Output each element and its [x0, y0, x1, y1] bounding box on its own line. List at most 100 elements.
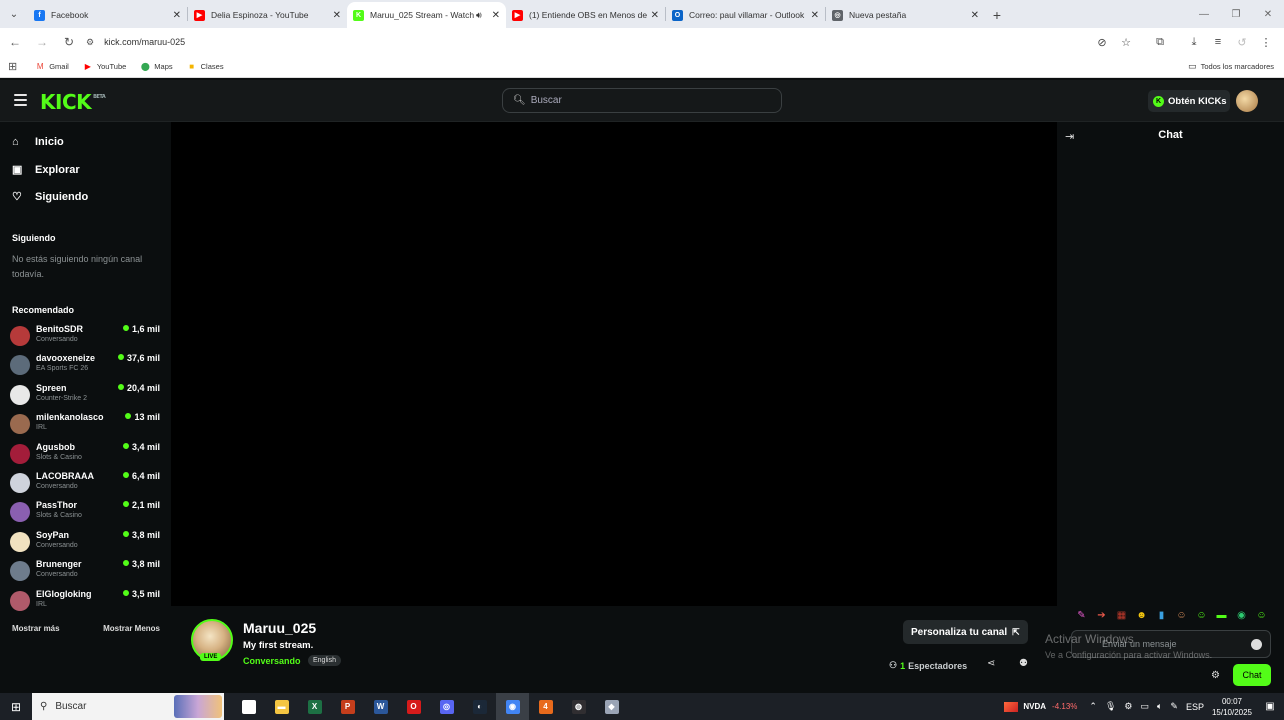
taskbar-game-app[interactable]: ◆	[595, 693, 628, 720]
customize-channel-button[interactable]: Personaliza tu canal ⇱	[903, 620, 1028, 644]
all-bookmarks[interactable]: ▭ Todos los marcadores	[1188, 61, 1274, 72]
volume-icon[interactable]: 🔈︎	[1157, 701, 1162, 712]
forward-arrow-icon[interactable]: →	[30, 30, 54, 54]
emote-icon[interactable]: ▬	[1213, 607, 1230, 624]
apps-grid-icon[interactable]: ⊞	[8, 60, 17, 73]
browser-tab[interactable]: K Maruu_025 Stream - Watch 🔊︎ ✕	[347, 2, 506, 28]
bookmark-item[interactable]: ▶ YouTube	[83, 62, 127, 72]
user-avatar[interactable]	[1236, 90, 1258, 112]
taskbar-excel[interactable]: X	[298, 693, 331, 720]
channel-name[interactable]: Maruu_025	[243, 620, 316, 636]
taskbar-word[interactable]: W	[364, 693, 397, 720]
profile-sync-icon[interactable]: ↺	[1230, 30, 1254, 54]
download-icon[interactable]: ⤓	[1182, 30, 1206, 54]
network-icon[interactable]: ▭	[1140, 701, 1149, 712]
extensions-icon[interactable]: ⧉	[1148, 30, 1172, 54]
new-tab-button[interactable]: +	[985, 2, 1009, 28]
nav-item-explorar[interactable]: ▣ Explorar	[12, 163, 80, 177]
share-icon[interactable]: ⋖	[987, 658, 995, 669]
close-window-icon[interactable]: ✕	[1252, 0, 1284, 28]
taskbar-opera[interactable]: O	[397, 693, 430, 720]
emote-icon[interactable]: ◉	[1233, 607, 1250, 624]
stock-name[interactable]: NVDA	[1023, 702, 1046, 711]
tab-close-icon[interactable]: ✕	[492, 10, 500, 21]
browser-tab[interactable]: ◎ Nueva pestaña ✕	[826, 2, 985, 28]
recommended-channel[interactable]: PassThor Slots & Casino 2,1 mil	[10, 499, 160, 525]
bookmark-item[interactable]: ■ Clases	[187, 62, 223, 72]
bookmark-item[interactable]: ⬤ Maps	[140, 62, 173, 72]
site-info-icon[interactable]: ⚙	[86, 37, 94, 48]
restore-icon[interactable]: ❐	[1220, 0, 1252, 28]
audio-playing-icon[interactable]: 🔊︎	[476, 10, 482, 21]
tab-close-icon[interactable]: ✕	[651, 10, 659, 21]
video-player[interactable]	[171, 122, 1057, 606]
nav-item-siguiendo[interactable]: ♡ Siguiendo	[12, 190, 88, 204]
microphone-icon[interactable]: 🎙︎	[1105, 701, 1116, 712]
recommended-channel[interactable]: ElGlogloking IRL 3,5 mil	[10, 588, 160, 614]
chat-send-button[interactable]: Chat	[1233, 664, 1271, 686]
stream-category[interactable]: Conversando	[243, 656, 301, 666]
taskbar-office-app[interactable]: 4	[529, 693, 562, 720]
emote-icon[interactable]: ☻	[1133, 607, 1150, 624]
tab-close-icon[interactable]: ✕	[811, 10, 819, 21]
reading-list-icon[interactable]: ≡	[1206, 30, 1230, 54]
hamburger-menu-icon[interactable]	[14, 94, 27, 106]
menu-dots-icon[interactable]: ⋮	[1254, 30, 1278, 54]
taskbar-chrome[interactable]: ◉	[496, 693, 529, 720]
kick-logo[interactable]: KICK BETA	[40, 90, 106, 114]
clock[interactable]: 00:07 15/10/2025	[1212, 696, 1252, 718]
add-user-icon[interactable]: ⚉	[1019, 658, 1028, 669]
tab-search-chevron-icon[interactable]: ⌄	[0, 0, 28, 28]
bookmark-star-icon[interactable]: ☆	[1114, 30, 1138, 54]
recommended-channel[interactable]: LACOBRAAA Conversando 6,4 mil	[10, 470, 160, 496]
taskbar-file-explorer[interactable]: ▬	[265, 693, 298, 720]
browser-tab[interactable]: O Correo: paul villamar - Outlook ✕	[666, 2, 825, 28]
browser-tab[interactable]: ▶ Delia Espinoza - YouTube ✕	[188, 2, 347, 28]
browser-tab[interactable]: ▶ (1) Entiende OBS en Menos de ✕	[506, 2, 665, 28]
settings-tray-icon[interactable]: ⚙	[1124, 701, 1132, 712]
language-indicator[interactable]: ESP	[1186, 702, 1204, 712]
emote-icon[interactable]: ☺	[1173, 607, 1190, 624]
pen-icon[interactable]: ✎	[1170, 701, 1178, 712]
taskbar-powerpoint[interactable]: P	[331, 693, 364, 720]
recommended-channel[interactable]: BenitoSDR Conversando 1,6 mil	[10, 323, 160, 349]
recommended-channel[interactable]: Agusbob Slots & Casino 3,4 mil	[10, 441, 160, 467]
show-less-link[interactable]: Mostrar Menos	[103, 624, 160, 633]
chat-settings-gear-icon[interactable]: ⚙	[1211, 670, 1220, 681]
bookmark-item[interactable]: M Gmail	[35, 62, 69, 72]
eye-off-icon[interactable]: ⊘	[1090, 30, 1114, 54]
emote-icon[interactable]: ➔	[1093, 607, 1110, 624]
language-tag[interactable]: English	[308, 655, 341, 666]
recommended-channel[interactable]: Spreen Counter-Strike 2 20,4 mil	[10, 382, 160, 408]
emote-icon[interactable]: ✎	[1073, 607, 1090, 624]
emote-icon[interactable]: ☺	[1193, 607, 1210, 624]
recommended-channel[interactable]: milenkanolasco IRL 13 mil	[10, 411, 160, 437]
emote-icon[interactable]: ▦	[1113, 607, 1130, 624]
taskbar-search[interactable]: ⚲ Buscar	[32, 693, 224, 720]
emote-icon[interactable]: ☺	[1253, 607, 1270, 624]
tab-close-icon[interactable]: ✕	[333, 10, 341, 21]
tab-close-icon[interactable]: ✕	[173, 10, 181, 21]
taskbar-task-view[interactable]: ⧉	[232, 693, 265, 720]
tab-close-icon[interactable]: ✕	[971, 10, 979, 21]
stock-widget-icon[interactable]	[1004, 701, 1019, 712]
minimize-icon[interactable]: —	[1188, 0, 1220, 28]
windows-start-icon[interactable]: ⊞	[0, 693, 32, 720]
recommended-channel[interactable]: davooxeneize EA Sports FC 26 37,6 mil	[10, 352, 160, 378]
emoji-picker-icon[interactable]	[1251, 639, 1262, 650]
emote-icon[interactable]: ▮	[1153, 607, 1170, 624]
browser-tab[interactable]: f Facebook ✕	[28, 2, 187, 28]
get-kicks-button[interactable]: K Obtén KICKs	[1148, 90, 1230, 112]
taskbar-discord-app[interactable]: ◎	[430, 693, 463, 720]
back-arrow-icon[interactable]: ←	[3, 30, 27, 54]
taskbar-steam[interactable]: ◐	[463, 693, 496, 720]
recommended-channel[interactable]: Brunenger Conversando 3,8 mil	[10, 558, 160, 584]
recommended-channel[interactable]: SoyPan Conversando 3,8 mil	[10, 529, 160, 555]
notifications-icon[interactable]: ▣	[1260, 701, 1280, 712]
address-bar[interactable]: ⚙ kick.com/maruu-025	[80, 31, 1144, 53]
search-input[interactable]: 🔍︎ Buscar	[502, 88, 782, 113]
nav-item-inicio[interactable]: ⌂ Inicio	[12, 136, 64, 148]
reload-icon[interactable]: ↻	[57, 30, 81, 54]
show-more-link[interactable]: Mostrar más	[12, 624, 60, 633]
taskbar-obs[interactable]: ◍	[562, 693, 595, 720]
